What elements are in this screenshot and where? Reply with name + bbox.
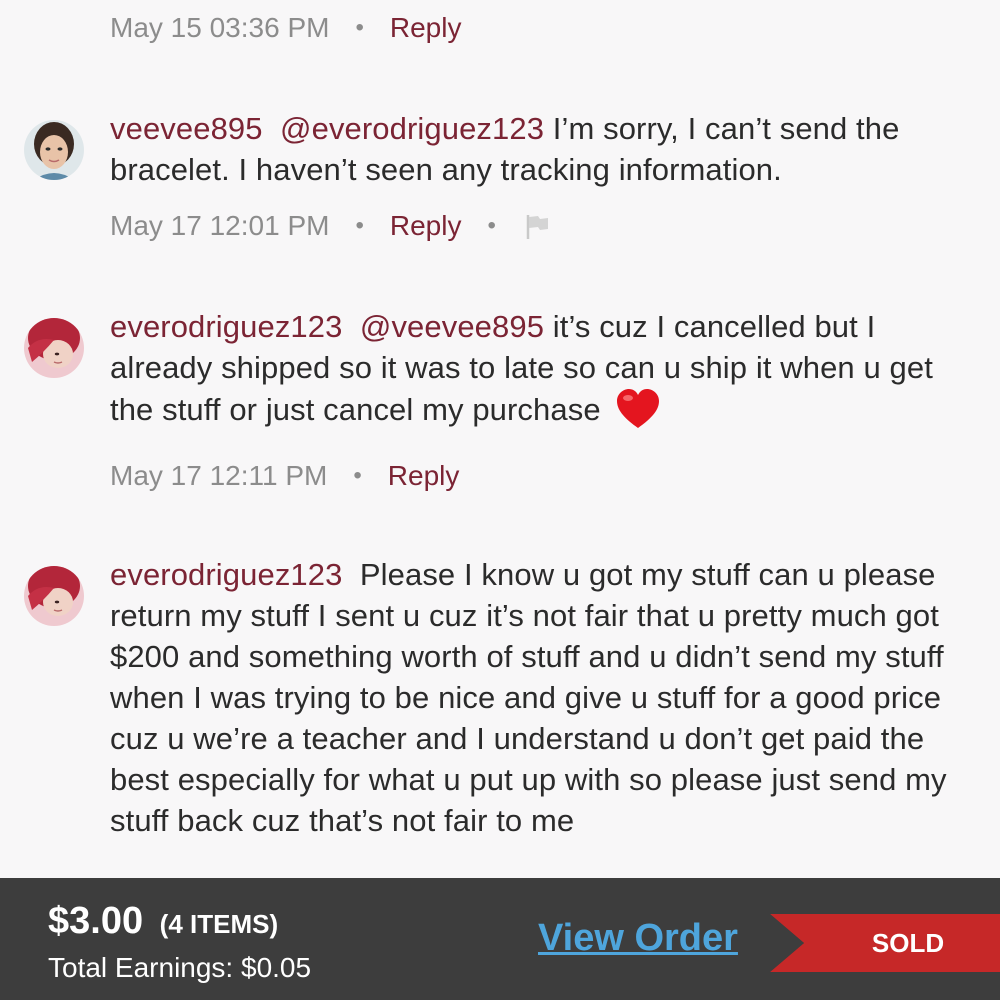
comment-username[interactable]: veevee895 <box>110 111 263 146</box>
reply-link[interactable]: Reply <box>390 10 462 46</box>
comment-mention[interactable]: @veevee895 <box>360 309 544 344</box>
order-price-line: $3.00 (4 ITEMS) <box>48 898 278 947</box>
comment-mention[interactable]: @everodriguez123 <box>280 111 544 146</box>
comment-timestamp: May 15 03:36 PM <box>110 12 330 43</box>
comment-body: everodriguez123 Please I know u got my s… <box>110 554 976 841</box>
comment-body: veevee895 @everodriguez123 I’m sorry, I … <box>110 108 976 190</box>
separator-dot: • <box>353 462 362 489</box>
total-earnings: Total Earnings: $0.05 <box>48 952 312 983</box>
comments-page: May 15 03:36 PM • Reply veevee895 @evero… <box>0 0 1000 1000</box>
order-price: $3.00 <box>48 900 144 942</box>
comment-text: Please I know u got my stuff can u pleas… <box>110 557 947 838</box>
avatar[interactable] <box>24 318 84 378</box>
comment-username[interactable]: everodriguez123 <box>110 309 342 344</box>
sold-ribbon: SOLD <box>770 908 1000 978</box>
order-status-badge: SOLD <box>871 928 945 958</box>
comment-timestamp: May 17 12:11 PM <box>110 460 328 491</box>
order-summary-bar: $3.00 (4 ITEMS) Total Earnings: $0.05 Vi… <box>0 878 1000 1000</box>
avatar[interactable] <box>24 120 84 180</box>
comment-timestamp: May 17 12:01 PM <box>110 210 330 241</box>
separator-dot: • <box>487 212 496 239</box>
separator-dot: • <box>355 14 364 41</box>
view-order-link[interactable]: View Order <box>538 914 738 962</box>
comment-meta: May 15 03:36 PM • Reply <box>110 10 461 46</box>
reply-link[interactable]: Reply <box>388 458 460 494</box>
comment-meta: May 17 12:11 PM • Reply <box>110 458 459 494</box>
comment-meta: May 17 12:01 PM • Reply • <box>110 208 552 244</box>
flag-icon[interactable] <box>522 211 552 241</box>
separator-dot: • <box>355 212 364 239</box>
comment-username[interactable]: everodriguez123 <box>110 557 342 592</box>
order-item-count: (4 ITEMS) <box>159 909 279 939</box>
heart-icon <box>615 388 661 430</box>
avatar[interactable] <box>24 566 84 626</box>
comment-body: everodriguez123 @veevee895 it’s cuz I ca… <box>110 306 976 430</box>
reply-link[interactable]: Reply <box>390 208 462 244</box>
